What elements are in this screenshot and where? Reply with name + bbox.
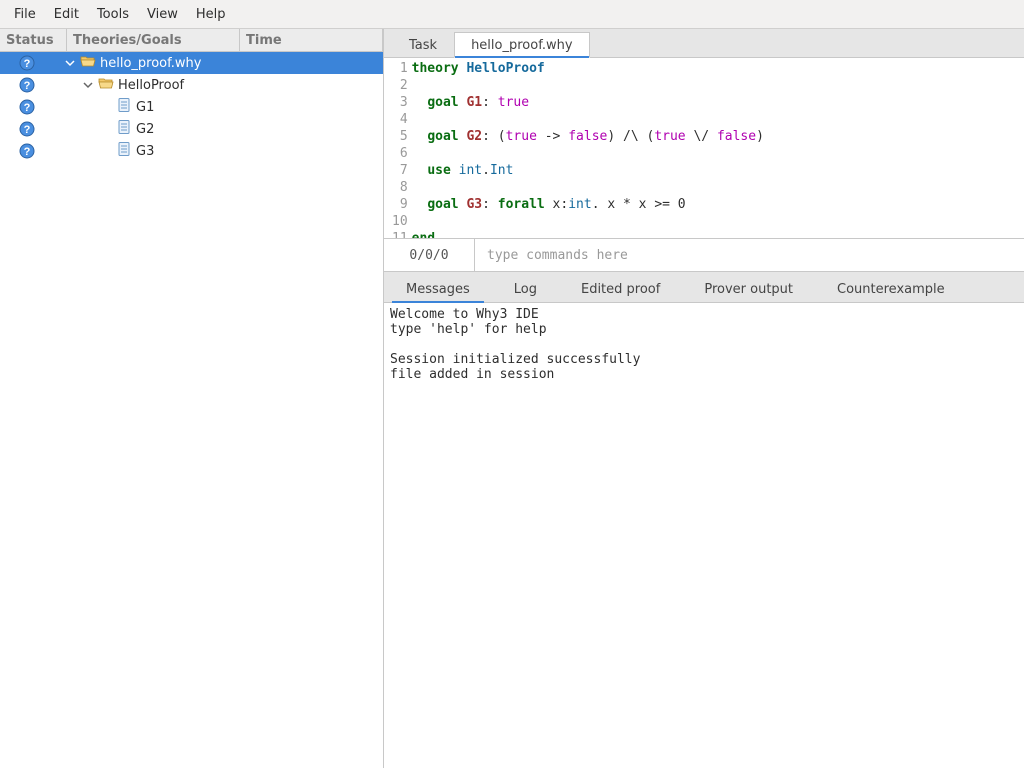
message-tab[interactable]: Counterexample	[823, 276, 959, 302]
menu-view[interactable]: View	[139, 5, 186, 24]
command-bar: 0/0/0	[384, 239, 1024, 272]
code-lines[interactable]: theory HelloProof goal G1: true goal G2:…	[412, 58, 764, 238]
status-cell	[0, 55, 54, 71]
tree-row[interactable]: hello_proof.why	[0, 52, 383, 74]
status-cell	[0, 77, 54, 93]
tree-item-label: G3	[136, 144, 154, 159]
status-cell	[0, 99, 54, 115]
tree-item-label: G1	[136, 100, 154, 115]
expander-none	[100, 145, 112, 157]
label-cell: G3	[54, 141, 253, 161]
menu-bar: FileEditToolsViewHelp	[0, 0, 1024, 29]
editor-tab[interactable]: Task	[392, 32, 454, 57]
message-tab[interactable]: Prover output	[690, 276, 807, 302]
line-gutter: 1234567891011	[384, 58, 412, 238]
message-tab[interactable]: Messages	[392, 276, 484, 302]
menu-edit[interactable]: Edit	[46, 5, 87, 24]
question-icon	[19, 99, 35, 115]
tree-row[interactable]: G1	[0, 96, 383, 118]
expander-none	[100, 101, 112, 113]
question-icon	[19, 77, 35, 93]
tree-item-label: hello_proof.why	[100, 56, 201, 71]
menu-file[interactable]: File	[6, 5, 44, 24]
col-time[interactable]: Time	[240, 29, 383, 51]
menu-tools[interactable]: Tools	[89, 5, 137, 24]
label-cell: G1	[54, 97, 253, 117]
editor-tabs: Taskhello_proof.why	[384, 29, 1024, 58]
document-icon	[116, 97, 132, 117]
question-icon	[19, 143, 35, 159]
tree-row[interactable]: HelloProof	[0, 74, 383, 96]
editor-tab[interactable]: hello_proof.why	[454, 32, 589, 58]
message-tabs: Messages Log Edited proof Prover output Coun…	[384, 272, 1024, 303]
expander-none	[100, 123, 112, 135]
label-cell: HelloProof	[54, 76, 253, 94]
command-input[interactable]	[475, 239, 1024, 271]
tree-header: Status Theories/Goals Time	[0, 29, 383, 52]
status-cell	[0, 121, 54, 137]
right-panel: Taskhello_proof.why 1234567891011 theory…	[384, 29, 1024, 768]
code-view[interactable]: 1234567891011 theory HelloProof goal G1:…	[384, 58, 1024, 239]
label-cell: hello_proof.why	[54, 54, 253, 72]
tree-panel: Status Theories/Goals Time hello_proof.w…	[0, 29, 384, 768]
col-status[interactable]: Status	[0, 29, 67, 51]
message-tab[interactable]: Edited proof	[567, 276, 674, 302]
proof-counter: 0/0/0	[384, 239, 475, 271]
col-theories[interactable]: Theories/Goals	[67, 29, 240, 51]
messages-area[interactable]: Welcome to Why3 IDE type 'help' for help…	[384, 303, 1024, 768]
tree-row[interactable]: G3	[0, 140, 383, 162]
document-icon	[116, 119, 132, 139]
question-icon	[19, 55, 35, 71]
tree-item-label: G2	[136, 122, 154, 137]
question-icon	[19, 121, 35, 137]
expander-open-icon[interactable]	[82, 79, 94, 91]
status-cell	[0, 143, 54, 159]
document-icon	[116, 141, 132, 161]
folder-open-icon	[80, 54, 96, 72]
menu-help[interactable]: Help	[188, 5, 234, 24]
tree[interactable]: hello_proof.why HelloProof G1 G2 G3	[0, 52, 383, 768]
label-cell: G2	[54, 119, 253, 139]
expander-open-icon[interactable]	[64, 57, 76, 69]
message-tab[interactable]: Log	[500, 276, 551, 302]
folder-open-icon	[98, 76, 114, 94]
tree-item-label: HelloProof	[118, 78, 184, 93]
tree-row[interactable]: G2	[0, 118, 383, 140]
